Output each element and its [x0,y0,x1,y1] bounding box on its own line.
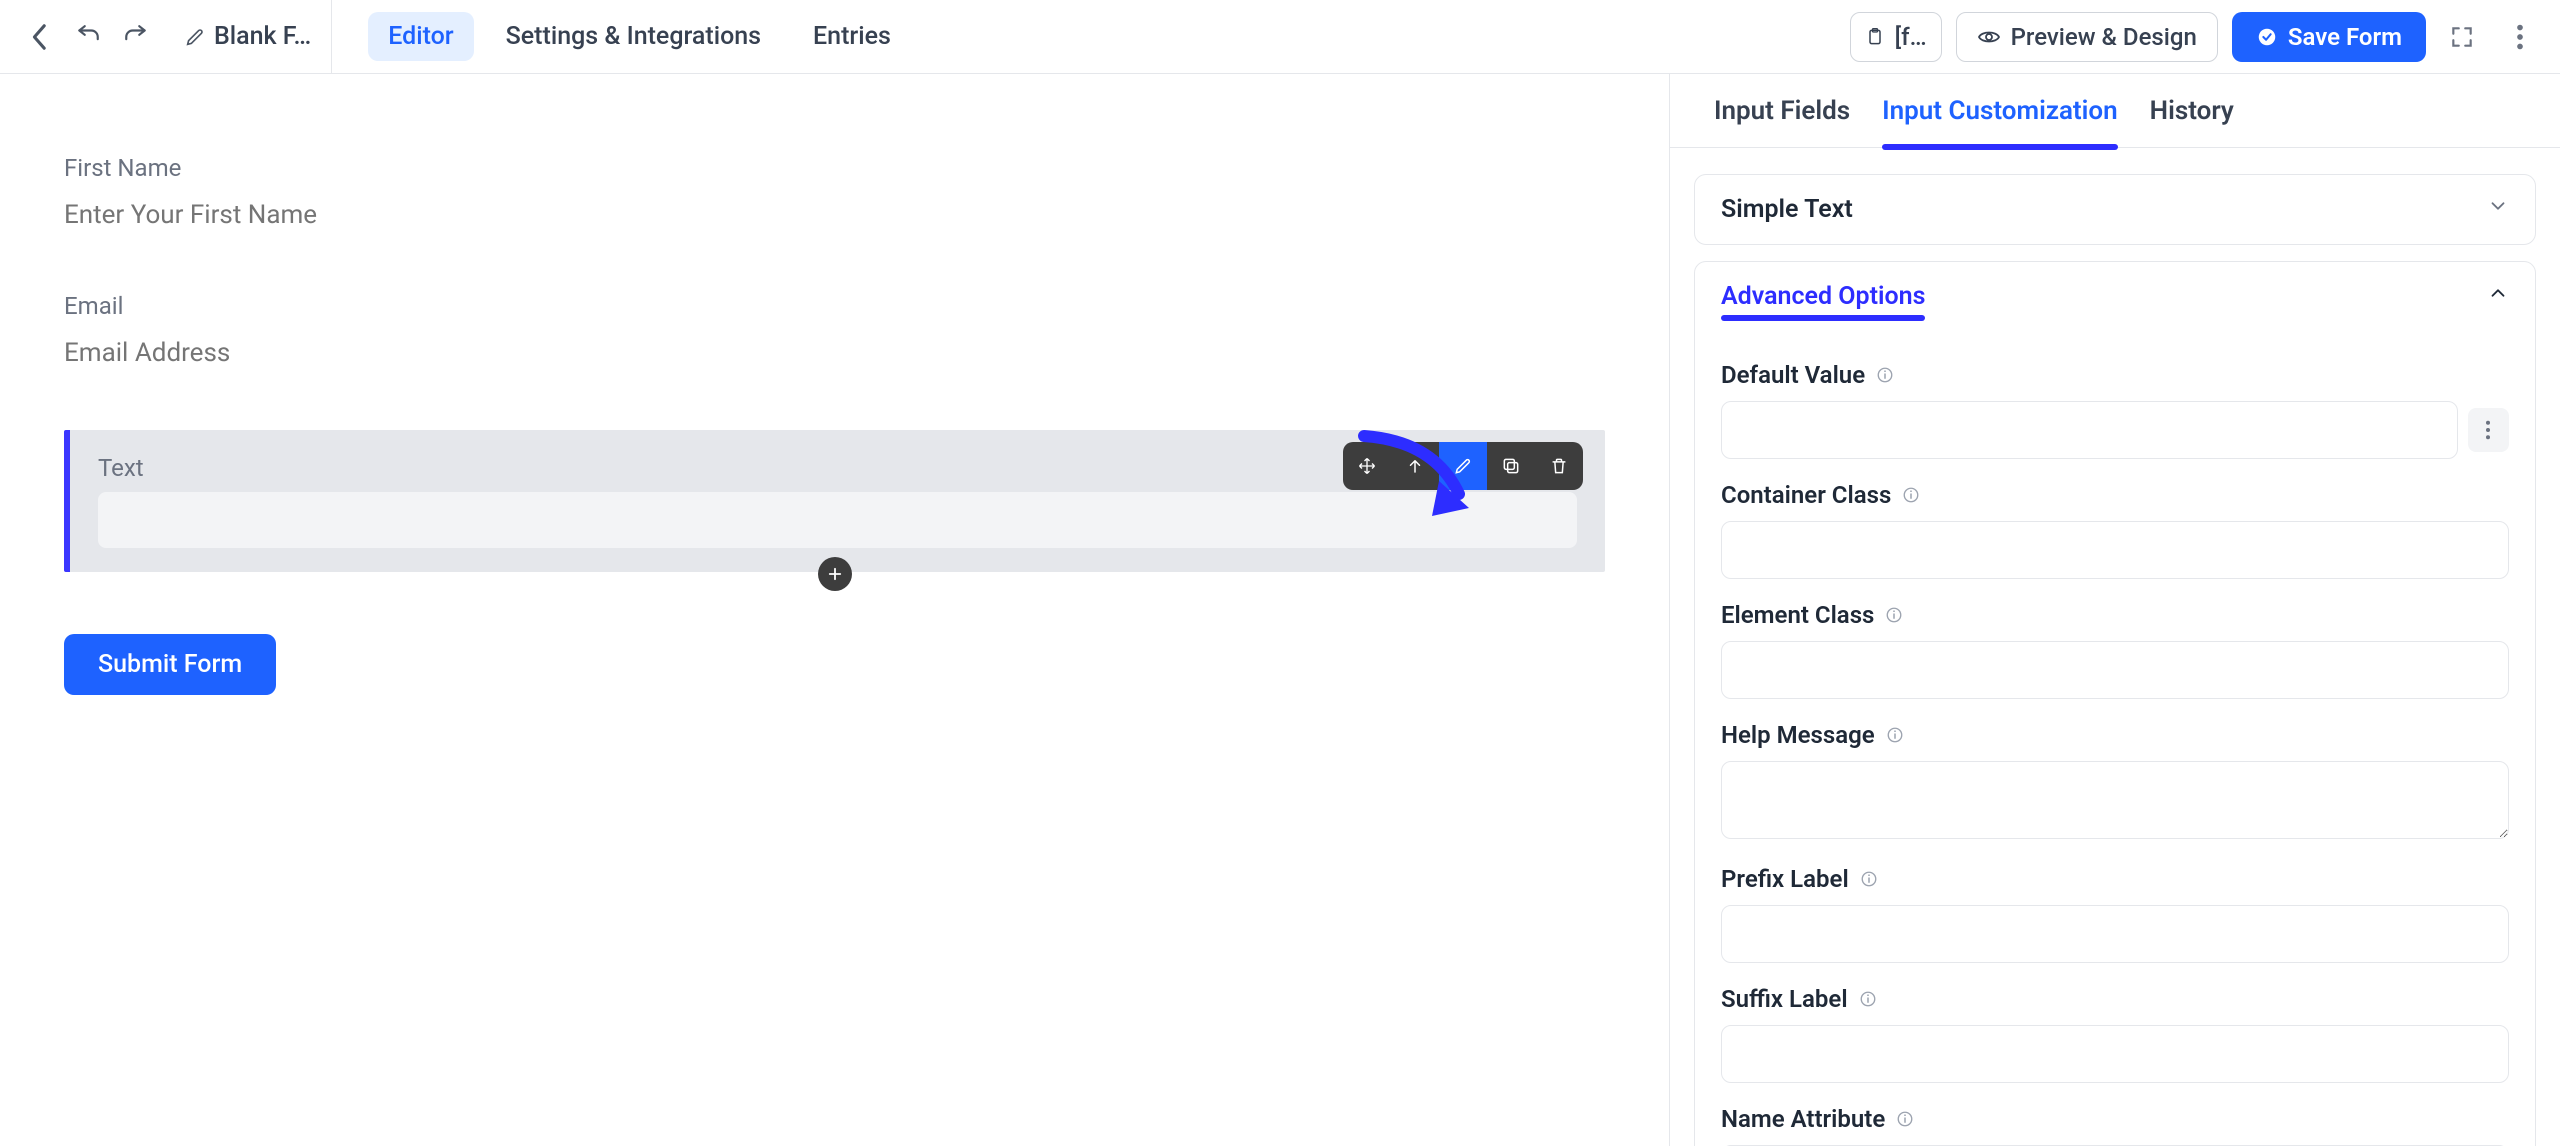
tab-input-customization[interactable]: Input Customization [1866,76,2134,146]
default-value-more-icon[interactable] [2468,408,2509,452]
element-class-label: Element Class [1721,601,1874,629]
chevron-down-icon [2487,195,2509,224]
advanced-options-accordion: Advanced Options Default Value [1694,261,2536,1146]
more-menu-icon[interactable] [2498,15,2542,59]
tab-input-fields[interactable]: Input Fields [1698,76,1866,146]
default-value-field: Default Value [1721,361,2509,459]
prefix-label-input[interactable] [1721,905,2509,963]
simple-text-head[interactable]: Simple Text [1695,175,2535,244]
main-tabs: Editor Settings & Integrations Entries [332,12,911,61]
element-class-input[interactable] [1721,641,2509,699]
info-icon[interactable] [1901,485,1921,505]
form-name-text: Blank F… [214,22,311,51]
simple-text-accordion: Simple Text [1694,174,2536,245]
tab-settings[interactable]: Settings & Integrations [486,12,781,61]
tab-history[interactable]: History [2134,76,2250,146]
move-icon[interactable] [1343,442,1391,490]
default-value-label: Default Value [1721,361,1865,389]
text-input[interactable] [98,492,1577,548]
form-name[interactable]: Blank F… [164,0,332,74]
body: First Name Email Text [0,74,2560,1146]
help-message-field: Help Message [1721,721,2509,843]
submit-button[interactable]: Submit Form [64,634,276,695]
tab-editor[interactable]: Editor [368,12,473,61]
sidebar: Input Fields Input Customization History… [1670,74,2560,1146]
preview-button[interactable]: Preview & Design [1956,12,2218,62]
container-class-label: Container Class [1721,481,1891,509]
email-label: Email [64,292,1605,320]
info-icon[interactable] [1858,989,1878,1009]
suffix-label-input[interactable] [1721,1025,2509,1083]
first-name-input[interactable] [64,194,1605,236]
info-icon[interactable] [1885,725,1905,745]
suffix-label-field: Suffix Label [1721,985,2509,1083]
delete-icon[interactable] [1535,442,1583,490]
tab-entries[interactable]: Entries [793,12,911,61]
default-value-input[interactable] [1721,401,2458,459]
save-button[interactable]: Save Form [2232,12,2426,62]
preview-text: Preview & Design [2011,23,2197,51]
back-icon[interactable] [16,13,64,61]
copy-icon[interactable] [1487,442,1535,490]
clipboard-icon [1865,27,1885,47]
prefix-label-label: Prefix Label [1721,865,1849,893]
advanced-options-body: Default Value Container Class [1695,331,2535,1146]
selected-text-field[interactable]: Text [64,430,1605,572]
undo-icon[interactable] [64,13,112,61]
advanced-options-head[interactable]: Advanced Options [1695,262,2535,331]
suffix-label-label: Suffix Label [1721,985,1848,1013]
redo-icon[interactable] [112,13,160,61]
prefix-label-field: Prefix Label [1721,865,2509,963]
add-field-button[interactable] [818,557,852,591]
edit-icon[interactable] [1439,442,1487,490]
topbar-right: [f… Preview & Design Save Form [1850,12,2542,62]
info-icon[interactable] [1859,869,1879,889]
name-attribute-field: Name Attribute [1721,1105,2509,1146]
info-icon[interactable] [1875,365,1895,385]
advanced-options-label: Advanced Options [1721,282,1925,311]
first-name-label: First Name [64,154,1605,182]
shortcode-text: [f… [1895,23,1927,51]
help-message-input[interactable] [1721,761,2509,839]
fullscreen-icon[interactable] [2440,15,2484,59]
sidebar-content: Simple Text Advanced Options D [1670,148,2560,1146]
save-text: Save Form [2288,23,2402,51]
name-attribute-label: Name Attribute [1721,1105,1885,1133]
check-circle-icon [2256,26,2278,48]
pencil-icon [184,26,206,48]
first-name-field[interactable]: First Name [64,154,1605,236]
email-field[interactable]: Email [64,292,1605,374]
element-class-field: Element Class [1721,601,2509,699]
shortcode-button[interactable]: [f… [1850,12,1942,62]
eye-icon [1977,25,2001,49]
container-class-input[interactable] [1721,521,2509,579]
sidebar-tabs: Input Fields Input Customization History [1670,74,2560,148]
info-icon[interactable] [1895,1109,1915,1129]
email-input[interactable] [64,332,1605,374]
form-canvas: First Name Email Text [0,74,1670,1146]
field-toolbar [1343,442,1583,490]
info-icon[interactable] [1884,605,1904,625]
topbar: Blank F… Editor Settings & Integrations … [0,0,2560,74]
chevron-up-icon [2487,282,2509,311]
up-arrow-icon[interactable] [1391,442,1439,490]
topbar-left: Blank F… Editor Settings & Integrations … [0,0,911,74]
help-message-label: Help Message [1721,721,1875,749]
simple-text-label: Simple Text [1721,195,1853,224]
container-class-field: Container Class [1721,481,2509,579]
